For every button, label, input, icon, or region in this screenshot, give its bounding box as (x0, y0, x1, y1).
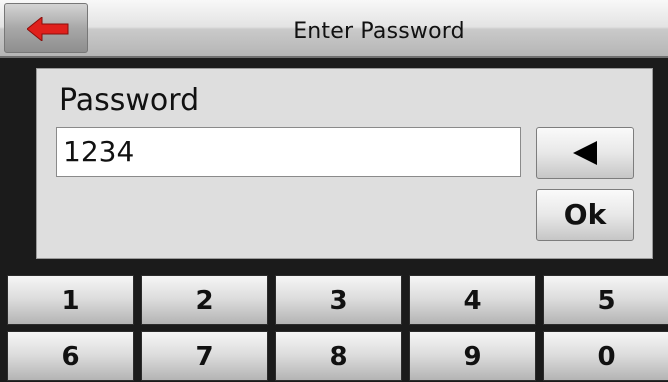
keypad-key-9[interactable]: 9 (409, 331, 536, 381)
keypad-key-3[interactable]: 3 (275, 275, 402, 325)
keypad-key-2[interactable]: 2 (141, 275, 268, 325)
back-arrow-icon (26, 15, 69, 45)
keypad-key-1[interactable]: 1 (7, 275, 134, 325)
title-bar: Enter Password (0, 0, 668, 58)
keypad-key-5[interactable]: 5 (543, 275, 668, 325)
backspace-triangle-icon (571, 141, 599, 169)
keypad-key-0[interactable]: 0 (543, 331, 668, 381)
password-panel: Password 1234 Ok (36, 68, 653, 259)
keypad-key-8[interactable]: 8 (275, 331, 402, 381)
keypad-key-4[interactable]: 4 (409, 275, 536, 325)
password-input[interactable]: 1234 (56, 127, 521, 177)
page-title: Enter Password (293, 19, 465, 44)
keypad-key-7[interactable]: 7 (141, 331, 268, 381)
backspace-button[interactable] (536, 127, 634, 179)
keypad-key-6[interactable]: 6 (7, 331, 134, 381)
ok-button[interactable]: Ok (536, 189, 634, 241)
password-label: Password (59, 83, 200, 118)
back-button[interactable] (4, 3, 88, 53)
